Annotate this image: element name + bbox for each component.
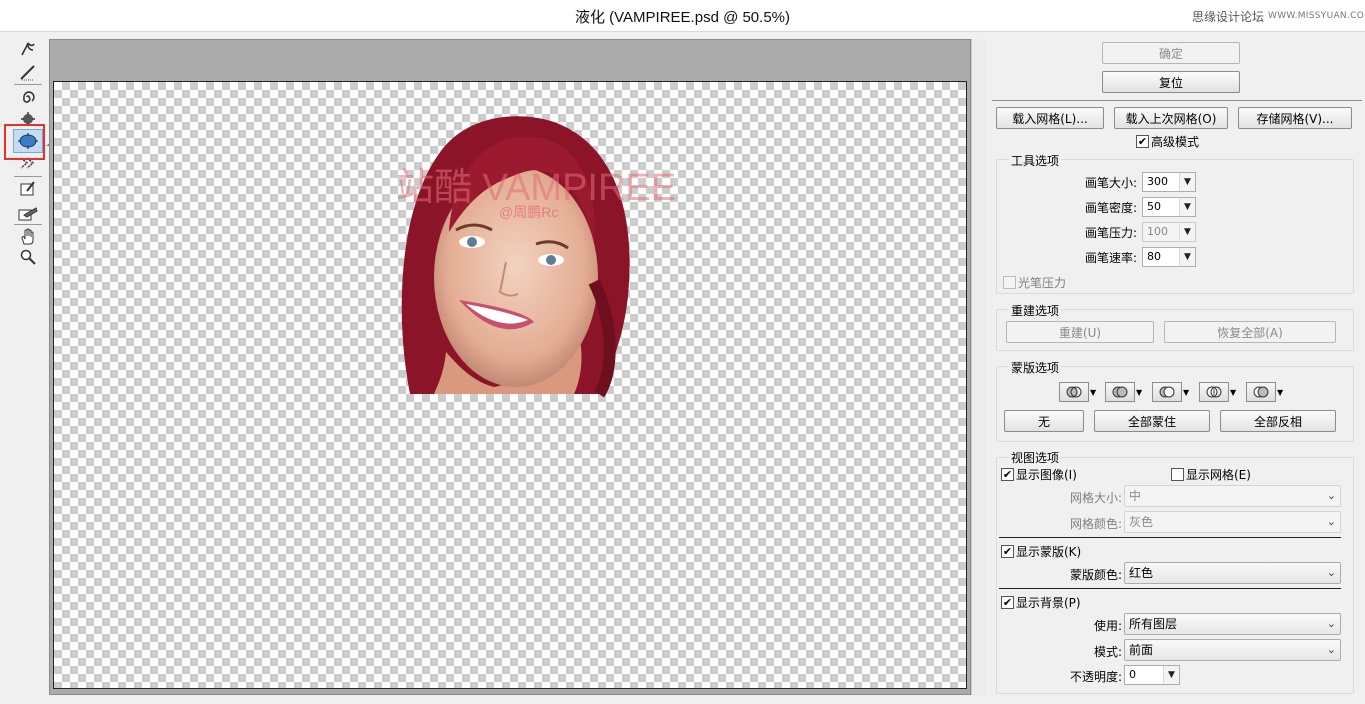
hand-tool-icon[interactable]: [14, 226, 42, 248]
mask-replace-icon: [1059, 382, 1089, 402]
use-label: 使用:: [1093, 619, 1122, 633]
brush-pressure-input[interactable]: 100 ▼: [1142, 222, 1196, 242]
options-panel: 确定 复位 载入网格(L)... 载入上次网格(O) 存储网格(V)... ✔ 高…: [987, 32, 1365, 704]
freeze-mask-tool-icon[interactable]: [14, 178, 42, 200]
mask-invert-icon: [1246, 382, 1276, 402]
mesh-color-select[interactable]: 灰色 ⌄: [1124, 511, 1341, 533]
watermark-text: 思缘设计论坛: [1192, 10, 1265, 24]
zoom-tool-icon[interactable]: [14, 246, 42, 268]
mask-options-title: 蒙版选项: [1009, 359, 1062, 376]
chevron-down-icon: ▼: [1179, 173, 1195, 191]
save-mesh-button[interactable]: 存储网格(V)...: [1238, 107, 1352, 129]
watermark-url: WWW.MISSYUAN.COM: [1268, 11, 1365, 21]
chevron-down-icon: ▼: [1179, 198, 1195, 216]
reconstruct-options-title: 重建选项: [1009, 302, 1062, 319]
opacity-label: 不透明度:: [1069, 670, 1122, 684]
mask-subtract-icon: [1152, 382, 1182, 402]
brush-rate-label: 画笔速率:: [1084, 251, 1137, 265]
load-mesh-button[interactable]: 载入网格(L)...: [996, 107, 1104, 129]
chevron-down-icon: ▼: [1179, 248, 1195, 266]
chevron-down-icon: ▼: [1230, 387, 1237, 397]
chevron-down-icon: ⌄: [1326, 489, 1336, 502]
watermark-handle: @周鹏Rc: [499, 204, 559, 220]
mask-all-button[interactable]: 全部蒙住: [1094, 410, 1210, 432]
reconstruct-tool-icon[interactable]: [14, 62, 42, 84]
vertical-scrollbar[interactable]: [971, 39, 987, 695]
show-mesh-checkbox[interactable]: 显示网格(E): [1171, 466, 1251, 483]
restore-all-button[interactable]: 恢复全部(A): [1164, 321, 1336, 343]
brush-pressure-label: 画笔压力:: [1084, 226, 1137, 240]
mode-label: 模式:: [1093, 645, 1122, 659]
ok-button[interactable]: 确定: [1102, 42, 1240, 64]
invert-selection-button[interactable]: ▼: [1246, 382, 1283, 402]
window-title: 液化 (VAMPIREE.psd @ 50.5%): [574, 9, 790, 26]
mask-color-label: 蒙版颜色:: [1069, 568, 1122, 582]
preview-area[interactable]: 站酷 VAMPIREE @周鹏Rc: [49, 39, 971, 695]
intersect-selection-button[interactable]: ▼: [1199, 382, 1236, 402]
chevron-down-icon: ▼: [1179, 223, 1195, 241]
show-image-checkbox[interactable]: ✔ 显示图像(I): [1001, 466, 1077, 483]
chevron-down-icon: ⌄: [1326, 566, 1336, 579]
thaw-mask-tool-icon[interactable]: [14, 202, 42, 224]
brush-density-label: 画笔密度:: [1084, 201, 1137, 215]
chevron-down-icon: ⌄: [1326, 643, 1336, 656]
highlight-box: [4, 124, 45, 160]
advanced-mode-checkbox[interactable]: ✔ 高级模式: [1136, 133, 1199, 150]
chevron-down-icon: ▼: [1136, 387, 1143, 397]
load-last-mesh-button[interactable]: 载入上次网格(O): [1114, 107, 1228, 129]
mode-select[interactable]: 前面 ⌄: [1124, 639, 1341, 661]
subtract-from-selection-button[interactable]: ▼: [1152, 382, 1189, 402]
add-to-selection-button[interactable]: ▼: [1105, 382, 1142, 402]
checkbox-checked-icon: ✔: [1136, 135, 1149, 148]
opacity-input[interactable]: 0 ▼: [1124, 665, 1180, 685]
brush-rate-input[interactable]: 80 ▼: [1142, 247, 1196, 267]
replace-selection-button[interactable]: ▼: [1059, 382, 1096, 402]
brush-density-input[interactable]: 50 ▼: [1142, 197, 1196, 217]
reconstruct-button[interactable]: 重建(U): [1006, 321, 1154, 343]
show-backdrop-checkbox[interactable]: ✔ 显示背景(P): [1001, 594, 1081, 611]
brush-size-label: 画笔大小:: [1084, 176, 1137, 190]
mask-none-button[interactable]: 无: [1004, 410, 1084, 432]
mesh-size-label: 网格大小:: [1069, 491, 1122, 505]
title-bar: 液化 (VAMPIREE.psd @ 50.5%) 思缘设计论坛 WWW.MIS…: [0, 0, 1365, 32]
brush-size-input[interactable]: 300 ▼: [1142, 172, 1196, 192]
invert-all-button[interactable]: 全部反相: [1220, 410, 1336, 432]
chevron-down-icon: ▼: [1183, 387, 1190, 397]
view-options-title: 视图选项: [1009, 449, 1062, 466]
use-layer-select[interactable]: 所有图层 ⌄: [1124, 613, 1341, 635]
forward-warp-tool-icon[interactable]: [14, 38, 42, 60]
mask-intersect-icon: [1199, 382, 1229, 402]
chevron-down-icon: ▼: [1090, 387, 1097, 397]
image-canvas[interactable]: 站酷 VAMPIREE @周鹏Rc: [53, 81, 967, 689]
mesh-color-label: 网格颜色:: [1069, 517, 1122, 531]
chevron-down-icon: ▼: [1163, 666, 1179, 684]
tool-options-title: 工具选项: [1009, 152, 1062, 169]
show-mask-checkbox[interactable]: ✔ 显示蒙版(K): [1001, 543, 1081, 560]
mask-add-icon: [1105, 382, 1135, 402]
twirl-tool-icon[interactable]: [14, 86, 42, 108]
chevron-down-icon: ⌄: [1326, 617, 1336, 630]
mask-color-select[interactable]: 红色 ⌄: [1124, 562, 1341, 584]
chevron-down-icon: ▼: [1277, 387, 1284, 397]
reset-button[interactable]: 复位: [1102, 71, 1240, 93]
chevron-down-icon: ⌄: [1326, 515, 1336, 528]
stylus-pressure-checkbox[interactable]: 光笔压力: [1003, 274, 1066, 291]
mesh-size-select[interactable]: 中 ⌄: [1124, 485, 1341, 507]
